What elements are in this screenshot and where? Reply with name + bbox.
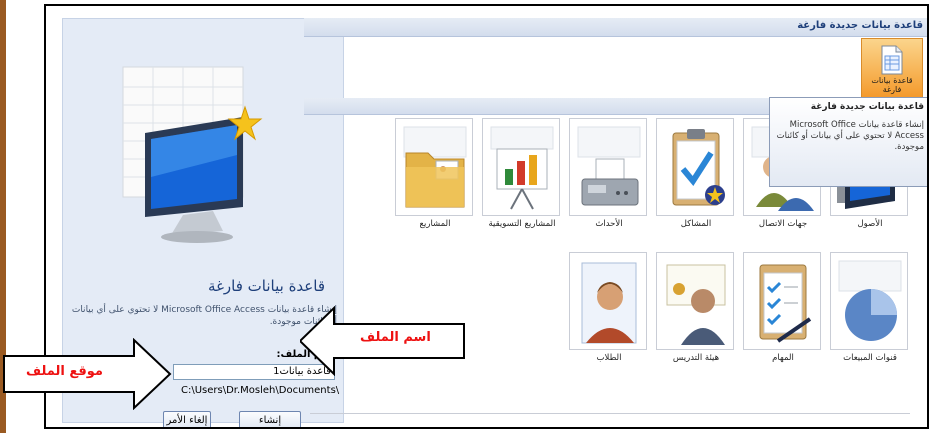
template-label: الأحداث [595, 219, 623, 229]
pane-divider [310, 413, 910, 414]
template-label: المشاريع [419, 219, 451, 229]
folder-icon [403, 126, 467, 208]
blank-database-preview-icon [122, 66, 263, 243]
template-label: قنوات المبيعات [843, 353, 897, 363]
template-marketing-projects[interactable]: المشاريع التسويقية [482, 118, 562, 229]
template-label: هيئة التدريس [672, 353, 720, 363]
template-label: جهات الاتصال [758, 219, 808, 229]
template-label: المشاريع التسويقية [488, 219, 556, 229]
task-checklist-icon [759, 264, 812, 343]
template-tasks[interactable]: المهام [743, 252, 823, 363]
template-label: الأصول [857, 219, 883, 229]
section-header: قاعدة بيانات جديدة فارغة [304, 18, 927, 37]
section-title: قاعدة بيانات جديدة فارغة [797, 20, 923, 31]
clipboard-check-icon [672, 129, 725, 206]
template-label: الطلاب [596, 353, 622, 363]
template-faculty[interactable]: هيئة التدريس [656, 252, 736, 363]
blank-database-label: قاعدة بيانات فارغة [871, 76, 913, 94]
template-issues[interactable]: المشاكل [656, 118, 736, 229]
blank-database-icon [881, 45, 903, 75]
faculty-icon [666, 264, 726, 345]
tooltip-title: قاعدة بيانات جديدة فارغة [810, 102, 924, 112]
template-students[interactable]: الطلاب [569, 252, 649, 363]
template-events[interactable]: الأحداث [569, 118, 649, 229]
student-icon [581, 262, 637, 344]
file-location-callout-label: موقع الملف [26, 364, 103, 379]
new-database-dialog: قاعدة بيانات فارغة إنشاء قاعدة بيانات Mi… [44, 4, 929, 429]
template-sales-pipeline[interactable]: قنوات المبيعات [830, 252, 910, 363]
file-name-callout-label: اسم الملف [360, 330, 431, 345]
preview-description: إنشاء قاعدة بيانات Microsoft Office Acce… [71, 305, 337, 327]
presentation-chart-icon [490, 126, 554, 210]
cancel-button[interactable]: إلغاء الأمر [163, 411, 211, 427]
create-button[interactable]: إنشاء [239, 411, 301, 427]
blank-database-tooltip: قاعدة بيانات جديدة فارغة إنشاء قاعدة بيا… [769, 97, 927, 187]
template-label: المهام [772, 353, 794, 363]
template-label: المشاكل [680, 219, 712, 229]
template-projects[interactable]: المشاريع [395, 118, 475, 229]
tooltip-body: إنشاء قاعدة بيانات Microsoft Office Acce… [776, 120, 924, 152]
blank-database-button[interactable]: قاعدة بيانات فارغة [861, 38, 923, 98]
pie-chart-icon [838, 260, 902, 341]
fax-machine-icon [577, 126, 641, 206]
